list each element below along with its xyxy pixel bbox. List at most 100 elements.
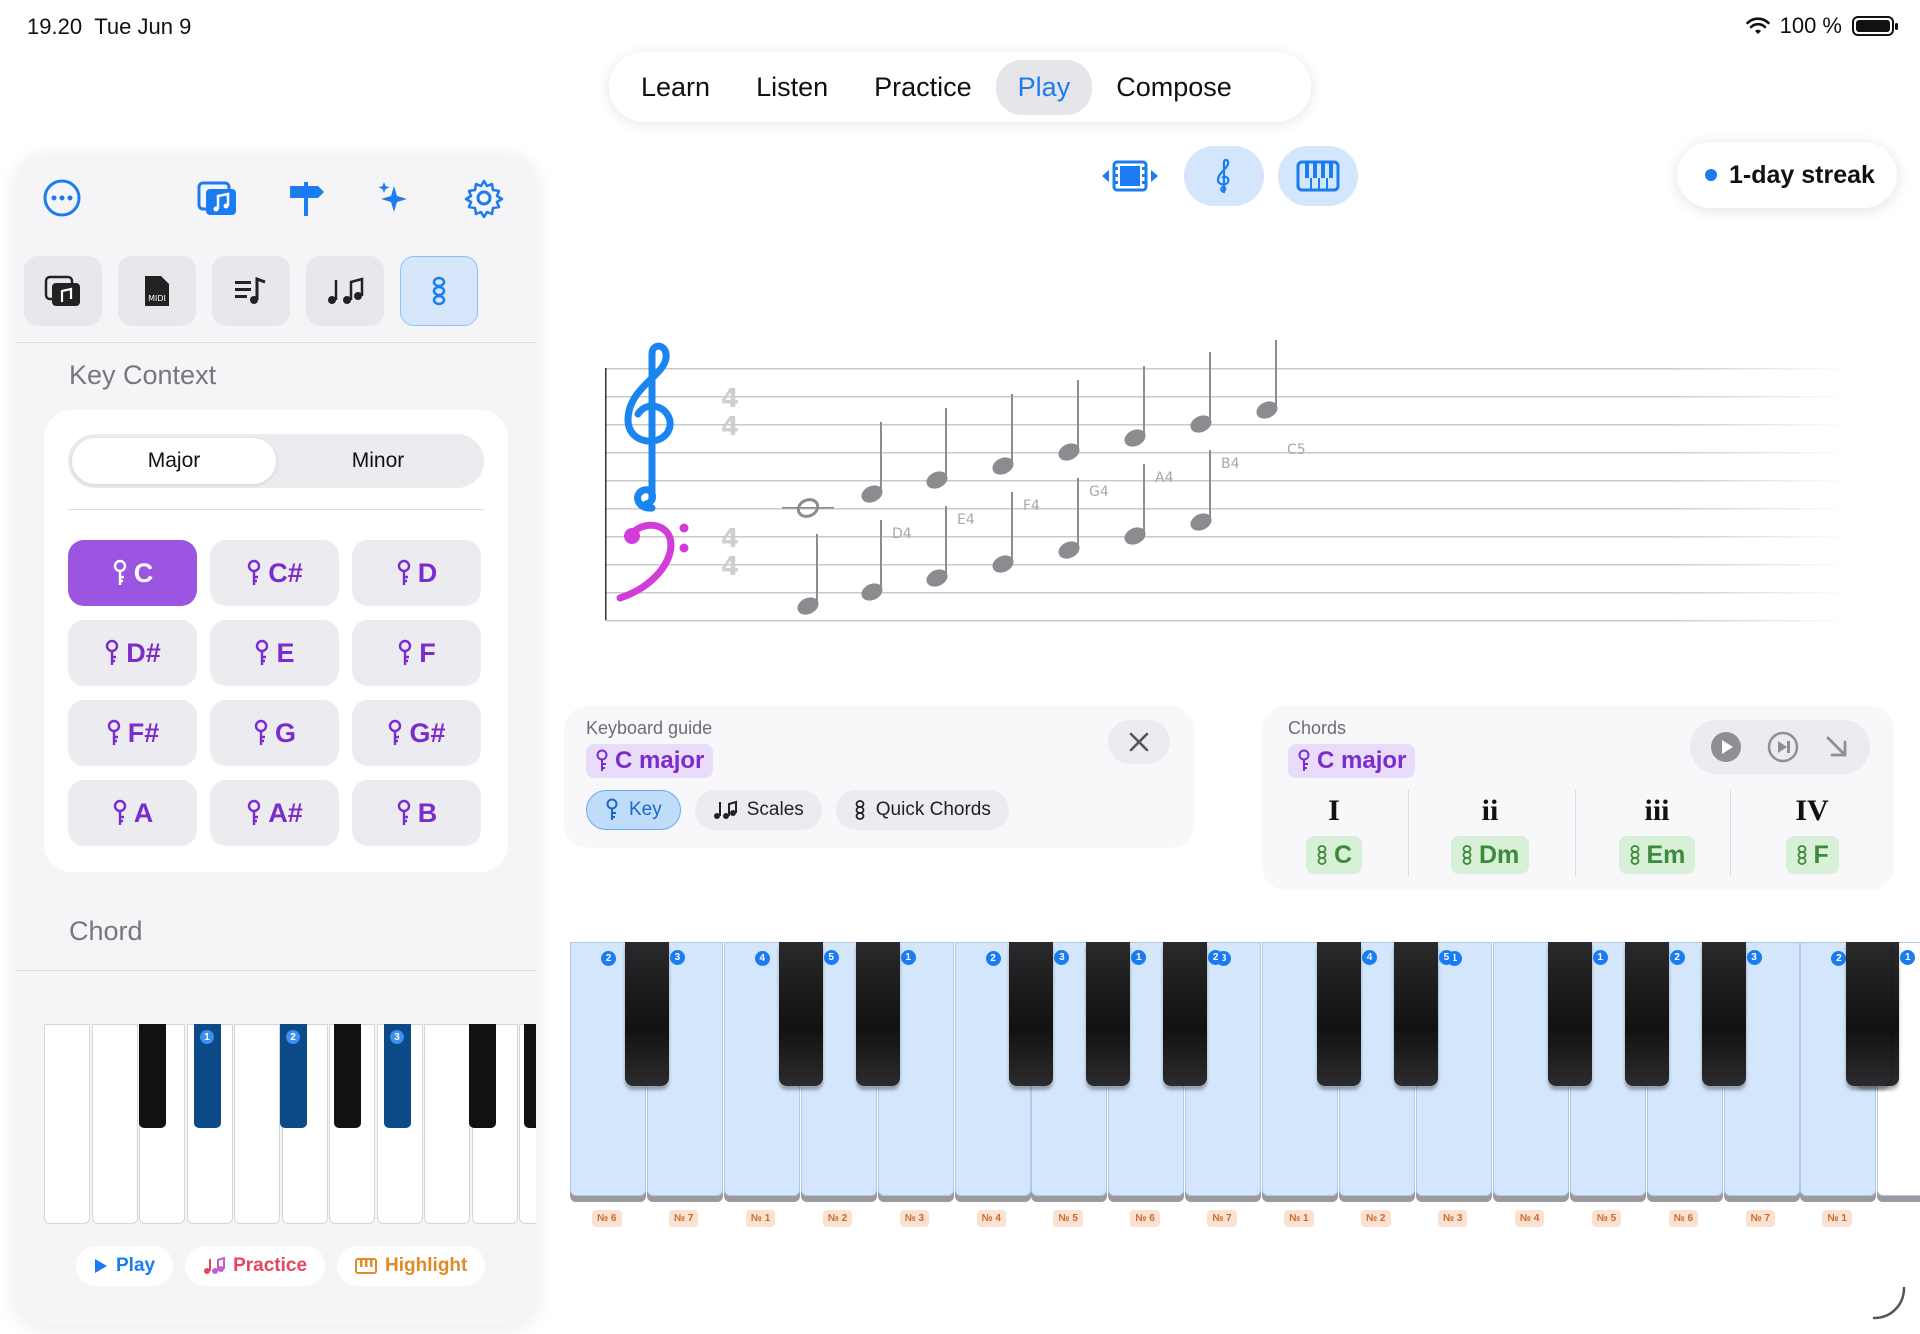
resize-handle-icon[interactable] <box>1870 1284 1910 1324</box>
source-midi-button[interactable]: MIDI <box>118 256 196 326</box>
pill-scales[interactable]: Scales <box>694 790 822 830</box>
key-button-c-sharp[interactable]: C# <box>210 540 339 606</box>
mini-black-key[interactable] <box>334 1024 361 1128</box>
source-notes-button[interactable] <box>306 256 384 326</box>
note-label: E4 <box>957 512 975 528</box>
mini-black-key-highlighted[interactable]: 2 <box>280 1024 307 1128</box>
mini-black-key[interactable] <box>139 1024 166 1128</box>
key-button-e[interactable]: E <box>210 620 339 686</box>
chord-icon <box>1630 845 1639 865</box>
pill-quick-chords[interactable]: Quick Chords <box>835 790 1009 830</box>
music-library-button[interactable] <box>190 170 246 226</box>
finger-number: 4 <box>754 951 770 966</box>
black-key[interactable] <box>855 942 900 1086</box>
key-button-f[interactable]: F <box>352 620 481 686</box>
black-key[interactable] <box>1701 942 1746 1086</box>
key-button-d-sharp[interactable]: D# <box>68 620 197 686</box>
key-button-a[interactable]: A <box>68 780 197 846</box>
source-chord-button[interactable] <box>400 256 478 326</box>
highlight-chip[interactable]: Highlight <box>337 1246 486 1286</box>
source-selector: MIDI <box>24 256 478 326</box>
key-icon <box>389 719 402 745</box>
chord-button-c[interactable]: C <box>1306 836 1363 874</box>
finger-number: 4 <box>1362 950 1377 965</box>
finger-number: 2 <box>985 951 1001 966</box>
key-icon <box>248 799 261 825</box>
mode-tab-bar: Learn Listen Practice Play Compose <box>609 52 1311 122</box>
source-library-button[interactable] <box>24 256 102 326</box>
mini-white-key[interactable] <box>44 1024 90 1224</box>
mode-major-option[interactable]: Major <box>72 438 276 484</box>
mini-black-key-highlighted[interactable]: 1 <box>194 1024 221 1128</box>
key-button-d[interactable]: D <box>352 540 481 606</box>
staff-view-button[interactable] <box>1184 146 1264 206</box>
ai-button[interactable] <box>368 170 424 226</box>
tab-play[interactable]: Play <box>995 59 1093 115</box>
chord-button-dm[interactable]: Dm <box>1451 836 1530 874</box>
more-button[interactable] <box>34 170 90 226</box>
key-icon <box>606 798 618 820</box>
note-stem <box>1077 478 1079 548</box>
key-label: F <box>419 637 436 668</box>
mini-black-key[interactable] <box>469 1024 496 1128</box>
black-key[interactable] <box>778 942 823 1086</box>
signpost-icon <box>290 182 324 216</box>
tab-practice[interactable]: Practice <box>852 60 994 115</box>
music-library-icon <box>197 181 236 215</box>
play-chip[interactable]: Play <box>76 1246 174 1286</box>
source-playlist-button[interactable] <box>212 256 290 326</box>
midi-file-icon: MIDI <box>145 276 169 306</box>
key-button-f-sharp[interactable]: F# <box>68 700 197 766</box>
fit-width-button[interactable] <box>1090 146 1170 206</box>
note-label: G4 <box>1089 484 1109 500</box>
black-key[interactable] <box>1547 942 1592 1086</box>
arrow-down-right-icon[interactable] <box>1823 733 1851 761</box>
mini-black-key[interactable] <box>524 1024 536 1128</box>
key-tag: C major <box>586 744 714 778</box>
black-key[interactable] <box>1846 942 1890 1086</box>
streak-badge[interactable]: 1-day streak <box>1677 142 1897 208</box>
pill-key[interactable]: Key <box>586 790 681 830</box>
mini-white-key[interactable] <box>91 1024 138 1224</box>
mini-piano: 1 2 3 <box>44 1024 536 1224</box>
tab-learn[interactable]: Learn <box>619 60 732 115</box>
key-button-b[interactable]: B <box>352 780 481 846</box>
key-button-c[interactable]: C <box>68 540 197 606</box>
signpost-button[interactable] <box>278 170 334 226</box>
black-key[interactable] <box>1393 942 1438 1086</box>
step-forward-icon[interactable] <box>1766 730 1800 764</box>
tab-compose[interactable]: Compose <box>1094 60 1254 115</box>
scale-degree-label: № 7 <box>668 1210 699 1227</box>
tab-listen[interactable]: Listen <box>734 60 850 115</box>
key-icon <box>113 559 126 585</box>
note-stem <box>1011 394 1013 464</box>
chord-button-em[interactable]: Em <box>1618 836 1696 874</box>
key-button-g[interactable]: G <box>210 700 339 766</box>
notes-icon <box>328 277 364 304</box>
play-circle-icon[interactable] <box>1709 730 1743 764</box>
finger-number: 3 <box>669 950 685 965</box>
key-icon <box>106 639 119 665</box>
chord-icon <box>1797 845 1806 865</box>
black-key[interactable] <box>1163 942 1208 1086</box>
mini-white-key[interactable] <box>424 1024 470 1224</box>
black-key[interactable] <box>1317 942 1361 1086</box>
chord-button-f[interactable]: F <box>1785 836 1839 874</box>
black-key[interactable] <box>1009 942 1054 1086</box>
key-button-g-sharp[interactable]: G# <box>352 700 481 766</box>
piano-view-button[interactable] <box>1278 146 1358 206</box>
mode-minor-option[interactable]: Minor <box>276 438 480 484</box>
note-stem <box>880 422 882 492</box>
mini-white-key[interactable] <box>234 1024 280 1224</box>
black-key[interactable] <box>1086 942 1131 1086</box>
music-library-icon <box>44 275 80 306</box>
key-button-a-sharp[interactable]: A# <box>210 780 339 846</box>
mini-black-key-highlighted[interactable]: 3 <box>384 1024 411 1128</box>
black-key[interactable] <box>624 942 669 1086</box>
settings-button[interactable] <box>456 170 512 226</box>
piano-keys-icon <box>1296 160 1340 192</box>
practice-chip[interactable]: Practice <box>185 1246 326 1286</box>
close-guide-button[interactable] <box>1108 720 1170 764</box>
fit-width-icon <box>1102 160 1158 192</box>
black-key[interactable] <box>1624 942 1669 1086</box>
